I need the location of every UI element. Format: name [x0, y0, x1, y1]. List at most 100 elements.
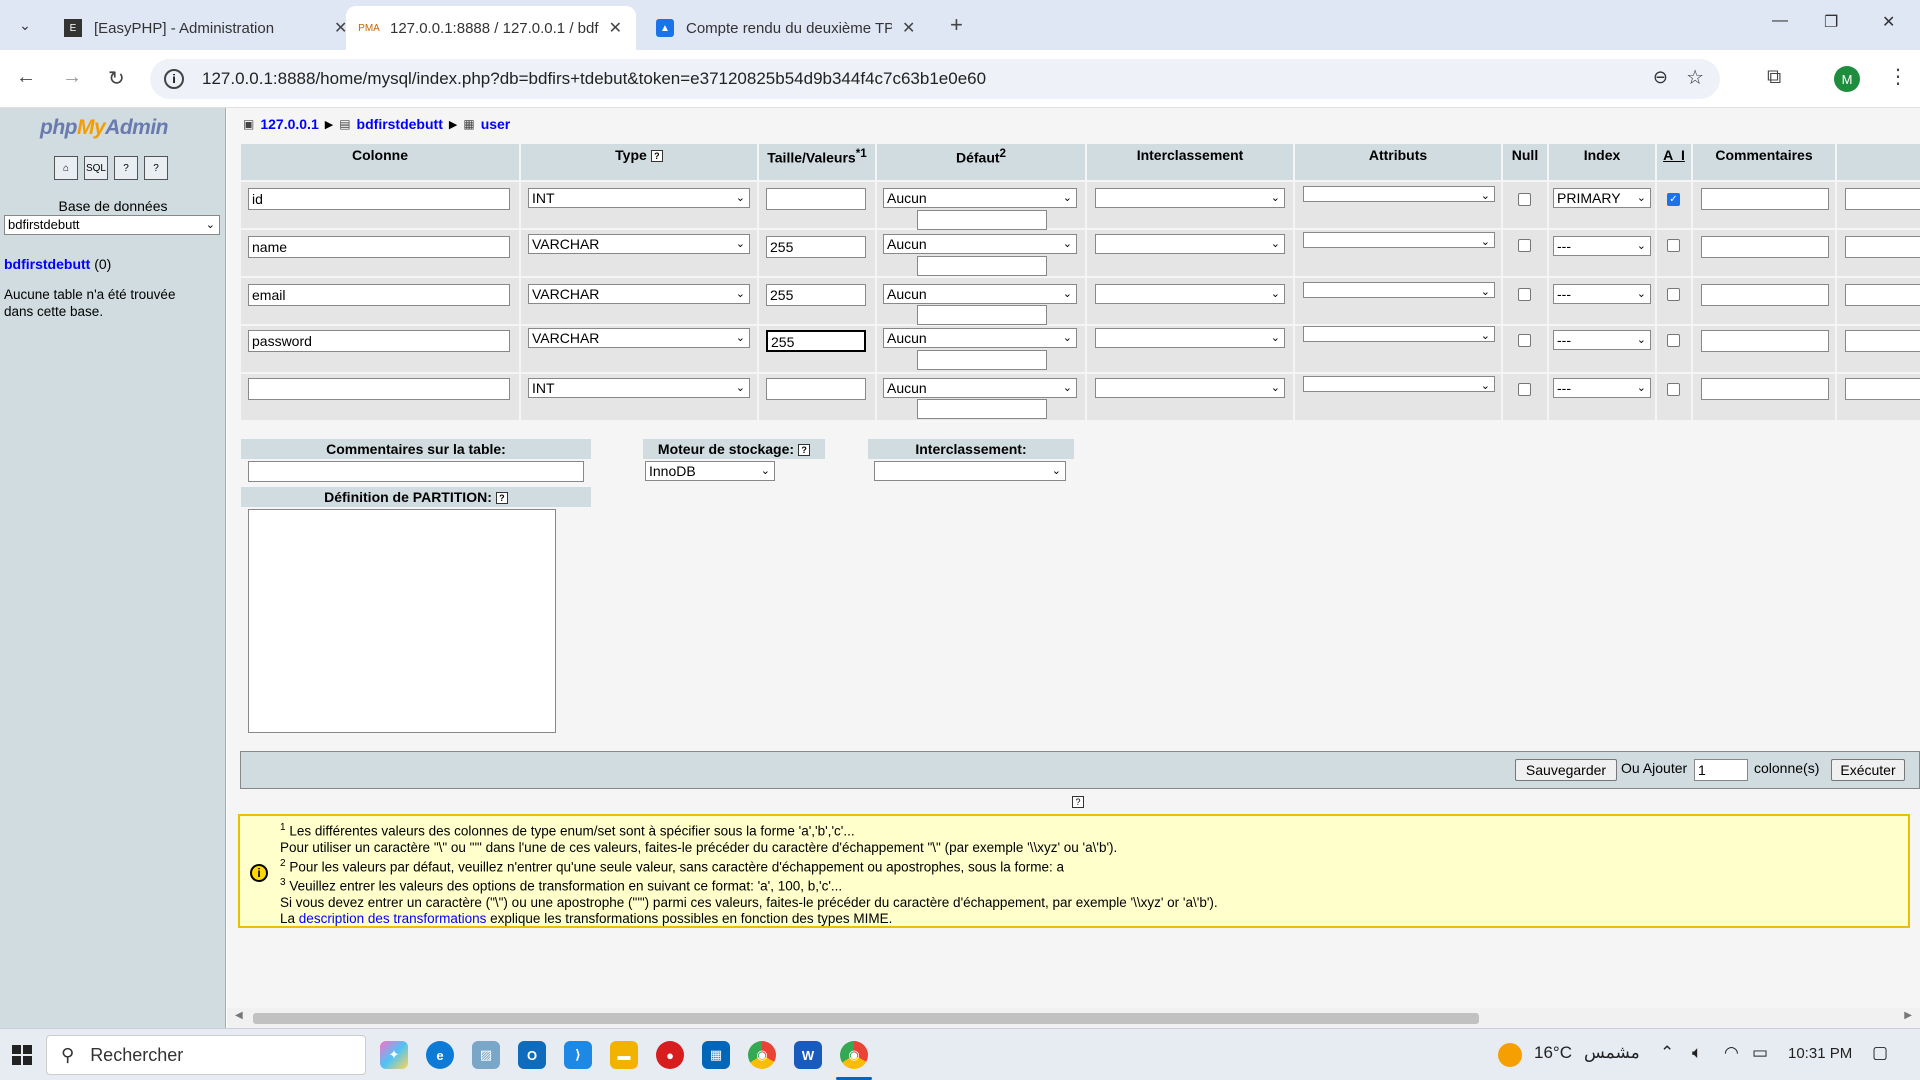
tab-compte-rendu[interactable]: ▲ Compte rendu du deuxième TP ✕: [642, 6, 929, 50]
table-comment-input[interactable]: [248, 461, 584, 482]
file-explorer-icon[interactable]: ▬: [610, 1041, 638, 1069]
table-collation-select[interactable]: ⌄: [874, 461, 1066, 481]
attributes-select[interactable]: ⌄: [1303, 232, 1495, 248]
restore-icon[interactable]: ❐: [1824, 12, 1838, 32]
home-icon[interactable]: ⌂: [54, 156, 78, 180]
scroll-right-icon[interactable]: ▶: [1904, 1010, 1912, 1021]
docs-icon[interactable]: ?: [144, 156, 168, 180]
chrome-icon[interactable]: ◉: [748, 1041, 776, 1069]
ai-checkbox[interactable]: ✓: [1667, 193, 1680, 206]
collation-select[interactable]: ⌄: [1095, 188, 1285, 208]
wifi-icon[interactable]: ◠: [1724, 1043, 1739, 1063]
size-input[interactable]: 255: [766, 330, 866, 352]
type-select[interactable]: INT ⌄: [528, 378, 750, 398]
query-window-icon[interactable]: ?: [114, 156, 138, 180]
volume-icon[interactable]: 🔈︎: [1692, 1043, 1702, 1063]
minimize-icon[interactable]: —: [1772, 12, 1788, 30]
size-input[interactable]: [766, 188, 866, 210]
default-select[interactable]: Aucun ⌄: [883, 328, 1077, 348]
column-name-input[interactable]: id: [248, 188, 510, 210]
taskbar-search[interactable]: ⚲ Rechercher: [46, 1035, 366, 1075]
ai-checkbox[interactable]: [1667, 383, 1680, 396]
size-input[interactable]: 255: [766, 236, 866, 258]
copilot-icon[interactable]: ✦: [380, 1041, 408, 1069]
forward-icon[interactable]: →: [62, 66, 82, 89]
default-value-input[interactable]: [917, 350, 1047, 370]
mime-input[interactable]: [1845, 284, 1920, 306]
collation-select[interactable]: ⌄: [1095, 234, 1285, 254]
default-value-input[interactable]: [917, 305, 1047, 325]
column-name-input[interactable]: email: [248, 284, 510, 306]
weather-temp[interactable]: 16°C: [1534, 1043, 1572, 1063]
help-icon[interactable]: ?: [495, 492, 508, 505]
vscode-icon[interactable]: ⟩: [564, 1041, 592, 1069]
collation-select[interactable]: ⌄: [1095, 378, 1285, 398]
zoom-icon[interactable]: ⊖: [1653, 67, 1668, 88]
mime-input[interactable]: [1845, 188, 1920, 210]
edge-icon[interactable]: e: [426, 1041, 454, 1069]
engine-select[interactable]: InnoDB ⌄: [645, 461, 775, 481]
default-value-input[interactable]: [917, 210, 1047, 230]
new-tab-button[interactable]: +: [950, 12, 963, 38]
default-value-input[interactable]: [917, 399, 1047, 419]
help-icon[interactable]: ?: [1072, 796, 1084, 808]
save-button[interactable]: Sauvegarder: [1515, 759, 1617, 781]
null-checkbox[interactable]: [1518, 383, 1531, 396]
index-select[interactable]: --- ⌄: [1553, 378, 1651, 398]
url-text[interactable]: 127.0.0.1:8888/home/mysql/index.php?db=b…: [202, 69, 986, 89]
back-icon[interactable]: ←: [16, 66, 36, 89]
column-name-input[interactable]: password: [248, 330, 510, 352]
clock[interactable]: 10:31 PM: [1788, 1045, 1852, 1062]
size-input[interactable]: [766, 378, 866, 400]
scroll-thumb[interactable]: [253, 1013, 1479, 1024]
column-name-input[interactable]: [248, 378, 510, 400]
attributes-select[interactable]: ⌄: [1303, 326, 1495, 342]
weather-sun-icon[interactable]: [1498, 1043, 1522, 1067]
default-value-input[interactable]: [917, 256, 1047, 276]
breadcrumb-server[interactable]: 127.0.0.1: [260, 116, 318, 132]
column-name-input[interactable]: name: [248, 236, 510, 258]
store-icon[interactable]: ▦: [702, 1041, 730, 1069]
db-link[interactable]: bdfirstdebutt: [4, 256, 90, 272]
type-select[interactable]: INT ⌄: [528, 188, 750, 208]
attributes-select[interactable]: ⌄: [1303, 282, 1495, 298]
extensions-icon[interactable]: ⧉: [1767, 66, 1781, 89]
default-select[interactable]: Aucun ⌄: [883, 234, 1077, 254]
type-select[interactable]: VARCHAR ⌄: [528, 328, 750, 348]
battery-icon[interactable]: ▭: [1752, 1043, 1768, 1063]
type-select[interactable]: VARCHAR ⌄: [528, 284, 750, 304]
tab-phpmyadmin[interactable]: PMA 127.0.0.1:8888 / 127.0.0.1 / bdfirst…: [346, 6, 636, 50]
type-select[interactable]: VARCHAR ⌄: [528, 234, 750, 254]
comment-input[interactable]: [1701, 284, 1829, 306]
horizontal-scrollbar[interactable]: ◀ ▶: [227, 1008, 1920, 1028]
partition-textarea[interactable]: [248, 509, 556, 733]
default-select[interactable]: Aucun ⌄: [883, 378, 1077, 398]
menu-kebab-icon[interactable]: ⋮: [1888, 64, 1908, 89]
comment-input[interactable]: [1701, 188, 1829, 210]
breadcrumb-table[interactable]: user: [481, 116, 511, 132]
notifications-icon[interactable]: ▢: [1872, 1043, 1888, 1063]
comment-input[interactable]: [1701, 330, 1829, 352]
help-icon[interactable]: ?: [650, 150, 663, 163]
breadcrumb-database[interactable]: bdfirstdebutt: [357, 116, 443, 132]
close-window-icon[interactable]: ✕: [1882, 12, 1895, 32]
site-info-icon[interactable]: i: [164, 69, 184, 89]
chrome-active-icon[interactable]: ◉: [840, 1041, 868, 1069]
weather-text[interactable]: مشمس: [1584, 1043, 1640, 1063]
reload-icon[interactable]: ↻: [108, 66, 125, 91]
ai-checkbox[interactable]: [1667, 288, 1680, 301]
ai-checkbox[interactable]: [1667, 334, 1680, 347]
null-checkbox[interactable]: [1518, 193, 1531, 206]
app-red-icon[interactable]: ●: [656, 1041, 684, 1069]
bookmark-star-icon[interactable]: ☆: [1686, 65, 1704, 90]
mime-input[interactable]: [1845, 378, 1920, 400]
comment-input[interactable]: [1701, 378, 1829, 400]
add-columns-input[interactable]: 1: [1694, 759, 1748, 781]
mime-input[interactable]: [1845, 236, 1920, 258]
index-select[interactable]: --- ⌄: [1553, 330, 1651, 350]
null-checkbox[interactable]: [1518, 288, 1531, 301]
mime-input[interactable]: [1845, 330, 1920, 352]
windows-start-icon[interactable]: [12, 1045, 32, 1065]
index-select[interactable]: --- ⌄: [1553, 236, 1651, 256]
size-input[interactable]: 255: [766, 284, 866, 306]
